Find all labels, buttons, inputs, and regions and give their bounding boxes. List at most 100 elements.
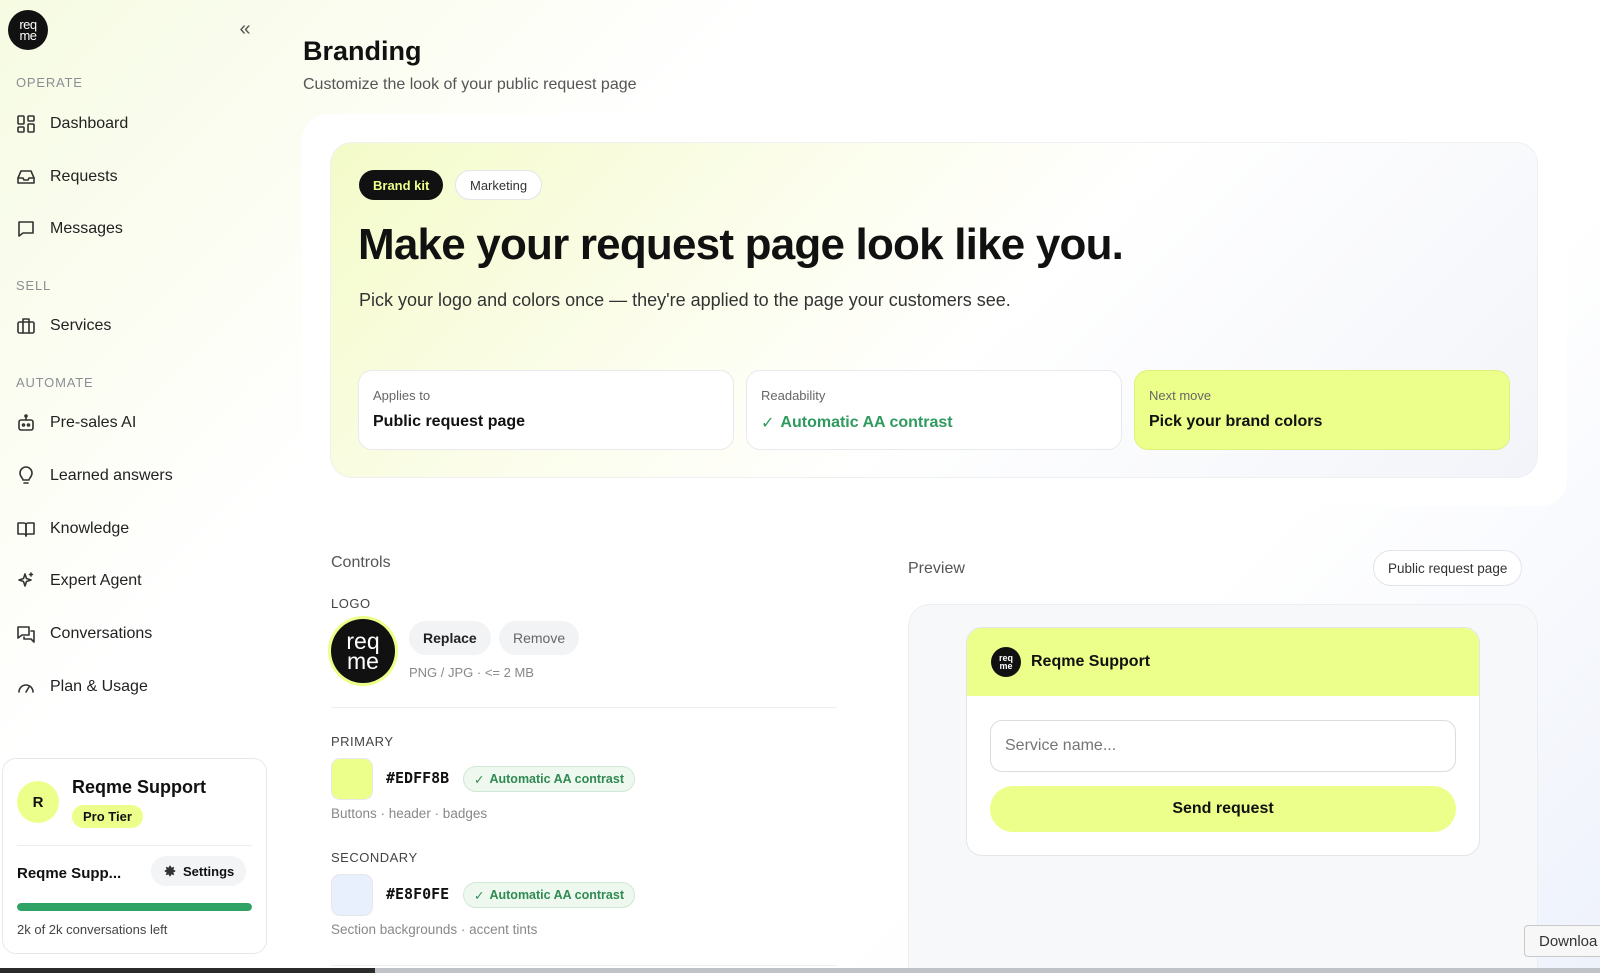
secondary-aa-badge: ✓ Automatic AA contrast xyxy=(463,882,635,908)
page-title: Branding xyxy=(303,36,422,66)
stat-readability: Readability ✓ Automatic AA contrast xyxy=(746,370,1122,450)
sidebar-item-services[interactable]: Services xyxy=(16,311,111,341)
avatar[interactable]: R xyxy=(17,781,59,823)
bottom-scrollbar-thumb[interactable] xyxy=(0,968,375,973)
service-name-input[interactable] xyxy=(990,720,1456,772)
inbox-icon xyxy=(17,170,35,184)
sidebar-item-label: Messages xyxy=(50,220,123,237)
mock-logo: req me xyxy=(991,647,1021,677)
request-page-mock: req me Reqme Support Send request xyxy=(966,627,1480,856)
secondary-label: SECONDARY xyxy=(331,850,418,865)
replace-logo-button[interactable]: Replace xyxy=(409,621,491,655)
sidebar-item-knowledge[interactable]: Knowledge xyxy=(16,514,129,544)
stat-value: Public request page xyxy=(373,413,526,430)
sidebar-item-conversations[interactable]: Conversations xyxy=(16,619,152,649)
stat-applies-to: Applies to Public request page xyxy=(358,370,734,450)
gear-icon xyxy=(164,865,176,877)
secondary-color-swatch[interactable] xyxy=(331,874,373,916)
settings-label: Settings xyxy=(183,863,235,879)
dashboard-icon xyxy=(17,115,35,133)
sidebar-item-plan-usage[interactable]: Plan & Usage xyxy=(16,672,148,702)
aa-badge-label: Automatic AA contrast xyxy=(489,772,624,786)
controls-title: Controls xyxy=(331,554,391,571)
page-subtitle: Customize the look of your public reques… xyxy=(303,76,637,93)
aa-badge-label: Automatic AA contrast xyxy=(489,888,624,902)
marketing-badge: Marketing xyxy=(455,170,543,200)
brand-logo-preview: req me xyxy=(331,619,395,683)
sidebar-item-label: Pre-sales AI xyxy=(50,414,137,431)
hero-description: Pick your logo and colors once — they're… xyxy=(359,290,1011,310)
sidebar-item-presales-ai[interactable]: Pre-sales AI xyxy=(16,408,136,438)
stat-value-row: ✓ Automatic AA contrast xyxy=(761,413,953,433)
preview-target-tag[interactable]: Public request page xyxy=(1373,550,1523,586)
primary-label: PRIMARY xyxy=(331,734,394,749)
download-tooltip[interactable]: Downloa xyxy=(1524,925,1600,957)
sidebar-item-label: Learned answers xyxy=(50,467,173,484)
primary-color-swatch[interactable] xyxy=(331,758,373,800)
sidebar-item-label: Plan & Usage xyxy=(50,678,148,695)
brand-kit-badge: Brand kit xyxy=(359,170,444,200)
divider xyxy=(17,845,252,846)
stat-label: Next move xyxy=(1149,388,1212,403)
sparkles-icon xyxy=(18,572,34,587)
divider xyxy=(331,965,837,966)
primary-color-hex[interactable]: #EDFF8B xyxy=(386,769,449,787)
sidebar-item-dashboard[interactable]: Dashboard xyxy=(16,109,128,139)
stat-label: Readability xyxy=(761,388,826,403)
check-icon: ✓ xyxy=(761,415,775,432)
section-label-sell: SELL xyxy=(16,278,52,293)
primary-usage-note: Buttons · header · badges xyxy=(331,806,488,821)
sidebar-item-label: Conversations xyxy=(50,625,153,642)
sidebar: req me « OPERATE Dashboard Requests Mess… xyxy=(0,0,278,973)
sidebar-item-label: Knowledge xyxy=(50,520,130,537)
hero-title: Make your request page look like you. xyxy=(358,220,1124,269)
stat-next-move[interactable]: Next move Pick your brand colors xyxy=(1134,370,1510,450)
workspace-name[interactable]: Reqme Supp... xyxy=(17,865,121,882)
mock-logo-text-bottom: me xyxy=(999,661,1013,671)
sidebar-item-messages[interactable]: Messages xyxy=(16,214,123,244)
app-logo-text-bottom: me xyxy=(19,28,37,43)
sidebar-item-learned-answers[interactable]: Learned answers xyxy=(16,461,173,491)
remove-logo-button[interactable]: Remove xyxy=(499,621,580,655)
usage-text: 2k of 2k conversations left xyxy=(17,922,168,937)
tier-badge: Pro Tier xyxy=(72,805,143,828)
sidebar-item-label: Services xyxy=(50,317,112,334)
preview-title: Preview xyxy=(908,560,965,577)
usage-progress-fill xyxy=(17,903,252,911)
section-label-operate: OPERATE xyxy=(16,75,83,90)
sidebar-item-requests[interactable]: Requests xyxy=(16,162,118,192)
sidebar-item-label: Requests xyxy=(50,168,118,185)
usage-progress-bar xyxy=(17,903,252,911)
briefcase-icon xyxy=(17,318,35,334)
sidebar-item-expert-agent[interactable]: Expert Agent xyxy=(16,566,142,596)
stat-value: Pick your brand colors xyxy=(1149,413,1323,430)
account-card: R Reqme Support Pro Tier Reqme Supp... S… xyxy=(2,758,267,954)
logo-label: LOGO xyxy=(331,596,371,611)
section-label-automate: AUTOMATE xyxy=(16,375,94,390)
check-icon: ✓ xyxy=(474,888,485,903)
collapse-sidebar-icon[interactable]: « xyxy=(234,18,256,40)
settings-button[interactable]: Settings xyxy=(151,856,247,886)
divider xyxy=(331,707,837,708)
primary-aa-badge: ✓ Automatic AA contrast xyxy=(463,766,635,792)
stat-value: Automatic AA contrast xyxy=(780,414,953,431)
app-logo[interactable]: req me xyxy=(8,10,48,50)
send-request-button[interactable]: Send request xyxy=(990,786,1456,832)
secondary-usage-note: Section backgrounds · accent tints xyxy=(331,922,538,937)
sidebar-item-label: Expert Agent xyxy=(50,572,142,589)
chat-bubbles-icon xyxy=(17,626,35,643)
account-name: Reqme Support xyxy=(72,777,207,797)
sidebar-item-label: Dashboard xyxy=(50,115,129,132)
robot-icon xyxy=(18,414,34,431)
mock-header: req me Reqme Support xyxy=(967,628,1479,696)
secondary-color-hex[interactable]: #E8F0FE xyxy=(386,885,449,903)
mock-brand-name: Reqme Support xyxy=(1031,653,1151,670)
stat-label: Applies to xyxy=(373,388,431,403)
brand-logo-text-bottom: me xyxy=(347,648,379,674)
check-icon: ✓ xyxy=(474,772,485,787)
gauge-icon xyxy=(18,684,34,693)
book-icon xyxy=(17,522,35,537)
message-icon xyxy=(18,221,34,237)
lightbulb-icon xyxy=(19,466,33,484)
logo-hint: PNG / JPG · <= 2 MB xyxy=(409,665,534,680)
